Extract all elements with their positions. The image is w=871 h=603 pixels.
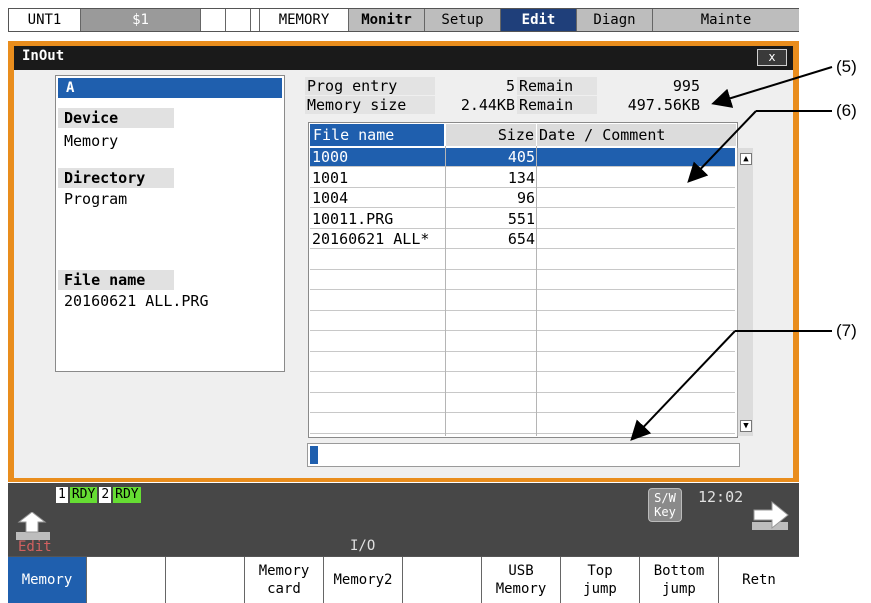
screen-label: I/O: [350, 538, 376, 554]
rdy1-num: 1: [56, 487, 68, 503]
softkey-memory[interactable]: Memory: [8, 557, 87, 603]
softkey-memory-card[interactable]: Memory card: [245, 557, 324, 603]
annotation-6: (6): [836, 101, 857, 120]
annotation-5: (5): [836, 57, 857, 76]
softkey-usb-memory[interactable]: USB Memory: [482, 557, 561, 603]
softkey-top-jump[interactable]: Top jump: [561, 557, 640, 603]
rdy2-badge: RDY: [113, 487, 141, 503]
sw-key-button[interactable]: S/W Key: [648, 488, 682, 522]
rdy1-badge: RDY: [69, 487, 98, 503]
softkey-bottom-jump[interactable]: Bottom jump: [640, 557, 719, 603]
arrow-6: [687, 110, 757, 183]
softkey-blank-3[interactable]: [403, 557, 482, 603]
arrow-7: [630, 330, 736, 441]
softkey-return[interactable]: Retn: [719, 557, 799, 603]
softkey-memory2[interactable]: Memory2: [324, 557, 403, 603]
annotation-7: (7): [836, 321, 857, 340]
softkey-blank-1[interactable]: [87, 557, 166, 603]
rdy-indicators: 1 RDY 2 RDY: [56, 487, 141, 503]
clock: 12:02: [698, 488, 744, 506]
arrow-5: [711, 66, 833, 108]
softkey-blank-2[interactable]: [166, 557, 245, 603]
right-arrow-icon[interactable]: [752, 500, 792, 534]
mode-label: Edit: [18, 539, 52, 555]
rdy2-num: 2: [99, 487, 112, 503]
